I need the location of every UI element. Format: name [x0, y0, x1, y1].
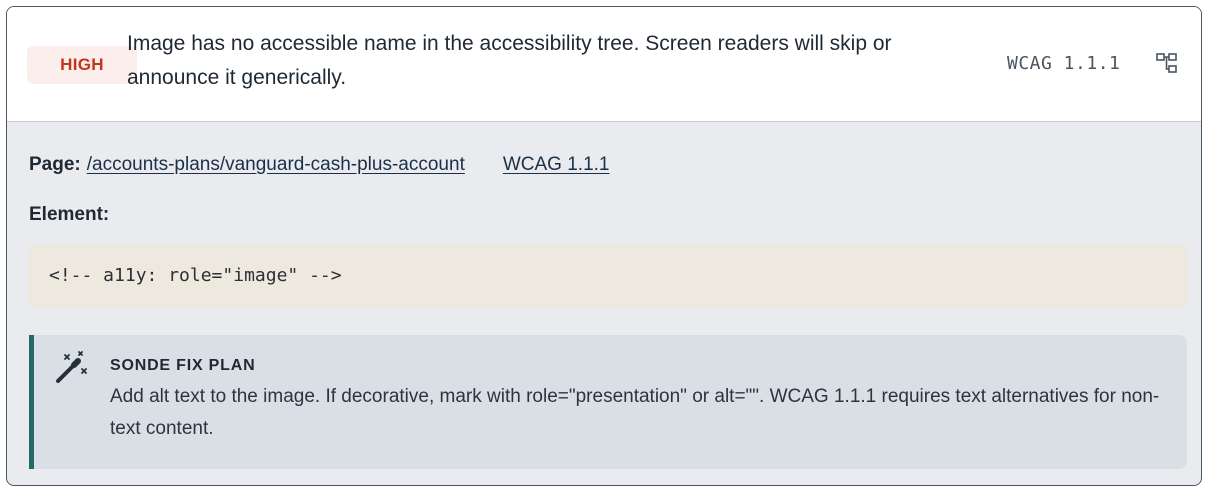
page-label: Page: [29, 154, 81, 175]
page-line: Page: /accounts-plans/vanguard-cash-plus-… [29, 153, 610, 177]
element-label: Element: [29, 204, 110, 225]
fix-plan-title: SONDE FIX PLAN [110, 357, 256, 374]
element-code-block: <!-- a11y: role="image" --> [29, 244, 1187, 308]
issue-summary-text: Image has no accessible name in the acce… [127, 32, 892, 89]
wcag-reference-link[interactable]: WCAG 1.1.1 [503, 154, 610, 175]
issue-details: Page: /accounts-plans/vanguard-cash-plus-… [7, 123, 1201, 485]
magic-wand-icon [56, 351, 87, 383]
fix-plan-panel: SONDE FIX PLAN Add alt text to the image… [29, 335, 1187, 469]
page-path-link[interactable]: /accounts-plans/vanguard-cash-plus-accou… [87, 154, 465, 175]
fix-plan-text: Add alt text to the image. If decorative… [110, 386, 1160, 439]
issue-summary-header[interactable]: HIGH Image has no accessible name in the… [7, 7, 1201, 122]
hierarchy-icon[interactable] [1155, 51, 1179, 75]
severity-badge: HIGH [27, 46, 137, 84]
issue-card: HIGH Image has no accessible name in the… [6, 6, 1202, 486]
wcag-tag: WCAG 1.1.1 [1007, 53, 1121, 74]
